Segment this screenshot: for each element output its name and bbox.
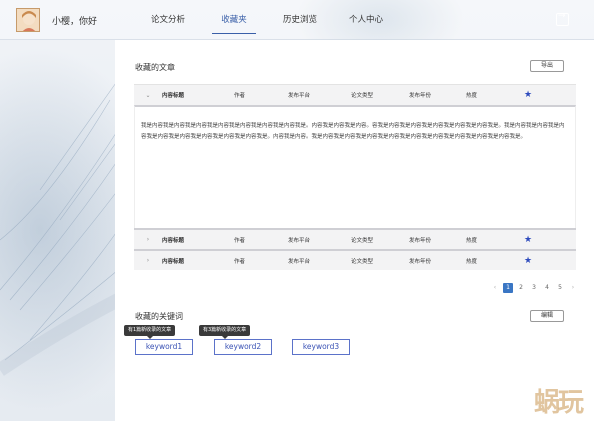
- user-greeting: 小樱，你好: [52, 17, 98, 27]
- star-icon[interactable]: ★: [524, 256, 544, 266]
- main-nav: 论文分析 收藏夹 历史浏览 个人中心: [138, 0, 402, 40]
- logout-icon[interactable]: [556, 11, 569, 26]
- cell-platform: 发布平台: [288, 258, 311, 265]
- cell-type: 论文类型: [351, 237, 374, 244]
- expand-chevron-icon[interactable]: ›: [134, 236, 162, 243]
- site-watermark-logo: 蜗玩: [534, 388, 584, 418]
- keywords-section-title: 收藏的关键词: [135, 312, 183, 321]
- cell-title: 内容标题: [162, 93, 185, 99]
- prev-page-icon[interactable]: ‹: [490, 283, 500, 293]
- star-icon[interactable]: ★: [524, 90, 544, 100]
- cell-heat: 热度: [466, 237, 478, 244]
- page-1[interactable]: 1: [503, 283, 513, 293]
- table-row[interactable]: › 内容标题 作者 发布平台 论文类型 发布年份 热度 ★: [134, 228, 576, 249]
- cell-year: 发布年份: [409, 93, 432, 99]
- articles-section-title: 收藏的文章: [135, 63, 175, 72]
- cell-type: 论文类型: [351, 258, 374, 265]
- collapse-chevron-icon[interactable]: ⌄: [134, 92, 162, 99]
- cell-year: 发布年份: [409, 237, 432, 244]
- keyword-chip[interactable]: keyword2: [214, 339, 272, 355]
- keyword-chip[interactable]: keyword3: [292, 339, 350, 355]
- keyword-tooltip: 有3篇新收录的文章: [199, 325, 251, 339]
- export-button[interactable]: 导出: [530, 60, 564, 72]
- articles-table: ⌄ 内容标题 作者 发布平台 论文类型 发布年份 热度 ★ 我是内容我是内容我是…: [134, 84, 576, 270]
- table-row[interactable]: ⌄ 内容标题 作者 发布平台 论文类型 发布年份 热度 ★: [134, 84, 576, 105]
- cell-type: 论文类型: [351, 93, 374, 99]
- edit-button[interactable]: 编辑: [530, 310, 564, 322]
- top-header: 小樱，你好 论文分析 收藏夹 历史浏览 个人中心: [0, 0, 594, 40]
- page-5[interactable]: 5: [555, 283, 565, 293]
- pagination: ‹ 1 2 3 4 5 ›: [490, 283, 581, 293]
- user-avatar[interactable]: [16, 8, 40, 32]
- cell-author: 作者: [234, 258, 246, 265]
- expand-chevron-icon[interactable]: ›: [134, 257, 162, 264]
- page-4[interactable]: 4: [542, 283, 552, 293]
- star-icon[interactable]: ★: [524, 235, 544, 245]
- cell-title: 内容标题: [162, 237, 185, 244]
- nav-favorites[interactable]: 收藏夹: [204, 0, 264, 40]
- cell-heat: 热度: [466, 93, 478, 99]
- table-row[interactable]: › 内容标题 作者 发布平台 论文类型 发布年份 热度 ★: [134, 249, 576, 270]
- cell-title: 内容标题: [162, 258, 185, 265]
- page-3[interactable]: 3: [529, 283, 539, 293]
- keyword-tooltip: 有1篇新收录的文章: [124, 325, 176, 339]
- cell-author: 作者: [234, 93, 246, 99]
- expanded-content: 我是内容我是内容我是内容我是内容我是内容我是内容我是内容我是。内容我是内容我是内…: [134, 105, 576, 228]
- feather-decoration: [0, 79, 120, 376]
- cell-platform: 发布平台: [288, 237, 311, 244]
- nav-history[interactable]: 历史浏览: [270, 0, 330, 40]
- nav-profile[interactable]: 个人中心: [336, 0, 396, 40]
- page-2[interactable]: 2: [516, 283, 526, 293]
- cell-year: 发布年份: [409, 258, 432, 265]
- keyword-chip[interactable]: keyword1: [135, 339, 193, 355]
- nav-paper-analysis[interactable]: 论文分析: [138, 0, 198, 40]
- next-page-icon[interactable]: ›: [568, 283, 578, 293]
- cell-platform: 发布平台: [288, 93, 311, 99]
- cell-heat: 热度: [466, 258, 478, 265]
- cell-author: 作者: [234, 237, 246, 244]
